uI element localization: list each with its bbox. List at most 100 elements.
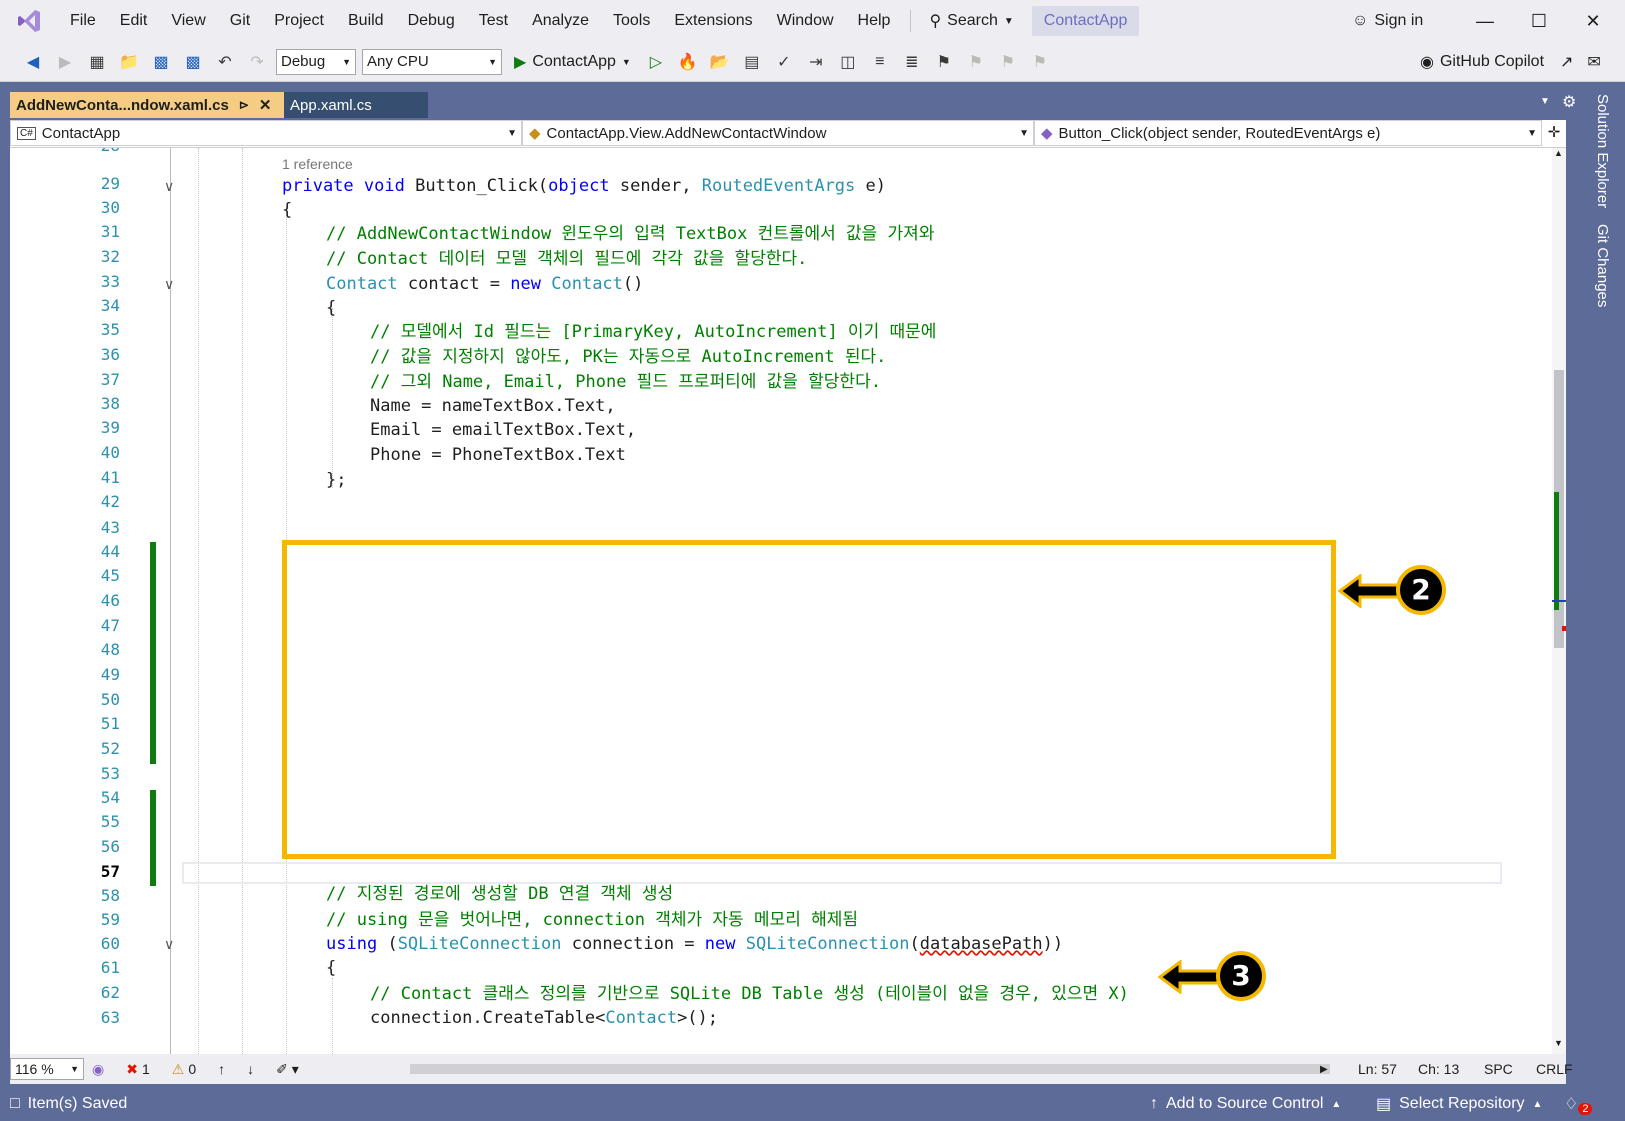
configuration-value: Debug [281, 53, 326, 70]
zoom-select[interactable]: 116 % ▼ [10, 1058, 84, 1080]
save-icon[interactable]: ▩ [148, 49, 174, 75]
member-dropdown[interactable]: ◆ Button_Click(object sender, RoutedEven… [1034, 120, 1542, 146]
menu-analyze[interactable]: Analyze [520, 0, 601, 42]
scroll-right-icon[interactable]: ▶ [1320, 1064, 1328, 1075]
codelens-references[interactable]: 1 reference [282, 156, 353, 172]
whitespace-indicator[interactable]: SPC [1484, 1061, 1513, 1077]
collapse-icon[interactable]: ∨ [164, 276, 174, 293]
add-to-source-control-button[interactable]: ↑ Add to Source Control ▲ [1150, 1095, 1341, 1113]
project-dropdown[interactable]: C# ContactApp ▼ [10, 120, 522, 146]
code-line-63: connection.CreateTable<Contact>(); [370, 1006, 718, 1030]
chevron-down-icon: ▼ [488, 56, 497, 67]
menu-build[interactable]: Build [336, 0, 396, 42]
comment-icon[interactable]: ≣ [899, 49, 925, 75]
split-editor-icon[interactable]: ✛ [1542, 120, 1566, 147]
add-to-source-control-label: Add to Source Control [1166, 1095, 1324, 1112]
code-cleanup-icon[interactable]: ✐ ▾ [276, 1061, 299, 1078]
redo-icon[interactable]: ↷ [244, 49, 270, 75]
close-icon[interactable]: ✕ [259, 96, 272, 114]
menu-file[interactable]: File [58, 0, 108, 42]
code-token: sender, [619, 176, 692, 196]
notifications-button[interactable]: ♢ 2 [1564, 1093, 1593, 1115]
solution-explorer-tab[interactable]: Solution Explorer [1594, 94, 1611, 208]
line-ending-indicator[interactable]: CRLF [1536, 1061, 1573, 1077]
menu-extensions[interactable]: Extensions [662, 0, 764, 42]
menu-git[interactable]: Git [218, 0, 262, 42]
close-button[interactable]: ✕ [1568, 0, 1618, 42]
window-layout-icon[interactable]: ▤ [739, 49, 765, 75]
horizontal-scrollbar[interactable] [410, 1064, 1330, 1074]
tab-addnewcontactwindow[interactable]: AddNewConta...ndow.xaml.cs ⊳ ✕ [10, 92, 284, 118]
indent-icon[interactable]: ≡ [867, 49, 893, 75]
line-number: 43 [100, 518, 120, 537]
github-copilot-button[interactable]: ◉ GitHub Copilot ↗ ✉ [1420, 42, 1601, 82]
menu-view[interactable]: View [159, 0, 217, 42]
collapse-icon[interactable]: ∨ [164, 178, 174, 195]
save-all-icon[interactable]: ▩ [180, 49, 206, 75]
warning-icon: ⚠ [171, 1060, 185, 1077]
prev-bookmark-icon[interactable]: ⚑ [963, 49, 989, 75]
minimize-button[interactable]: — [1460, 0, 1510, 42]
menu-edit[interactable]: Edit [108, 0, 160, 42]
code-token: SQLiteConnection [397, 934, 562, 954]
method-icon: ◆ [1041, 125, 1053, 142]
menu-help[interactable]: Help [846, 0, 903, 42]
hot-reload-icon[interactable]: 🔥 [675, 49, 701, 75]
new-project-icon[interactable]: ▦ [84, 49, 110, 75]
clear-bookmarks-icon[interactable]: ⚑ [1027, 49, 1053, 75]
tab-overflow-icon[interactable]: ▼ [1540, 96, 1550, 107]
select-repository-button[interactable]: ▤ Select Repository ▲ [1376, 1094, 1542, 1114]
code-token: Contact [605, 1008, 678, 1028]
git-changes-tab[interactable]: Git Changes [1594, 224, 1611, 307]
menu-window[interactable]: Window [765, 0, 846, 42]
scroll-caret-marker [1552, 600, 1566, 602]
feedback-icon[interactable]: ✉ [1587, 52, 1600, 72]
menu-test[interactable]: Test [467, 0, 520, 42]
change-indicator [150, 790, 156, 886]
chevron-down-icon: ▼ [507, 127, 517, 139]
line-number: 57 [100, 862, 120, 881]
folder-view-icon[interactable]: 📂 [707, 49, 733, 75]
code-line-58: // 지정된 경로에 생성할 DB 연결 객체 생성 [326, 884, 674, 904]
menu-tools[interactable]: Tools [601, 0, 662, 42]
collapse-icon[interactable]: ∨ [164, 936, 174, 953]
menu-debug[interactable]: Debug [396, 0, 467, 42]
code-line-38: Name = nameTextBox.Text, [370, 396, 616, 416]
next-bookmark-icon[interactable]: ⚑ [995, 49, 1021, 75]
intellicode-icon[interactable]: ◉ [92, 1061, 104, 1078]
line-number: 50 [100, 690, 120, 709]
maximize-button[interactable]: ☐ [1514, 0, 1564, 42]
pin-icon[interactable]: ⊳ [239, 98, 249, 112]
share-icon[interactable]: ↗ [1560, 52, 1573, 72]
bookmark-icon[interactable]: ⚑ [931, 49, 957, 75]
sign-in-button[interactable]: ☺ Sign in [1352, 0, 1423, 42]
vertical-scrollbar[interactable]: ▲ ▼ [1552, 148, 1566, 1054]
line-number: 28 [10, 148, 120, 155]
open-folder-icon[interactable]: 📁 [116, 49, 142, 75]
code-token: Contact [326, 274, 398, 294]
warning-count[interactable]: ⚠ 0 [172, 1061, 196, 1078]
tab-app-xaml-cs[interactable]: App.xaml.cs [284, 92, 428, 118]
compare-icon[interactable]: ◫ [835, 49, 861, 75]
class-dropdown[interactable]: ◆ ContactApp.View.AddNewContactWindow ▼ [522, 120, 1034, 146]
step-icon[interactable]: ⇥ [803, 49, 829, 75]
menu-project[interactable]: Project [262, 0, 336, 42]
line-indicator: Ln: 57 [1358, 1061, 1397, 1077]
undo-icon[interactable]: ↶ [212, 49, 238, 75]
start-debugging-button[interactable]: ▶ ContactApp ▼ [508, 52, 637, 72]
spell-check-icon[interactable]: ✓ [771, 49, 797, 75]
scroll-down-icon[interactable]: ▼ [1554, 1038, 1563, 1048]
next-issue-icon[interactable]: ↓ [247, 1061, 254, 1077]
start-without-debugging-icon[interactable]: ▷ [643, 49, 669, 75]
scroll-up-icon[interactable]: ▲ [1554, 148, 1563, 158]
search-box[interactable]: ⚲ Search ▼ [919, 11, 1023, 31]
back-icon[interactable]: ◀ [20, 49, 46, 75]
configuration-select[interactable]: Debug ▼ [276, 48, 356, 75]
platform-select[interactable]: Any CPU ▼ [362, 48, 502, 75]
error-count[interactable]: ✖ 1 [126, 1061, 150, 1078]
sign-in-label: Sign in [1374, 12, 1424, 29]
forward-icon[interactable]: ▶ [52, 49, 78, 75]
previous-issue-icon[interactable]: ↑ [218, 1061, 225, 1077]
current-line-highlight [182, 862, 1502, 884]
gear-icon[interactable]: ⚙ [1562, 92, 1576, 112]
